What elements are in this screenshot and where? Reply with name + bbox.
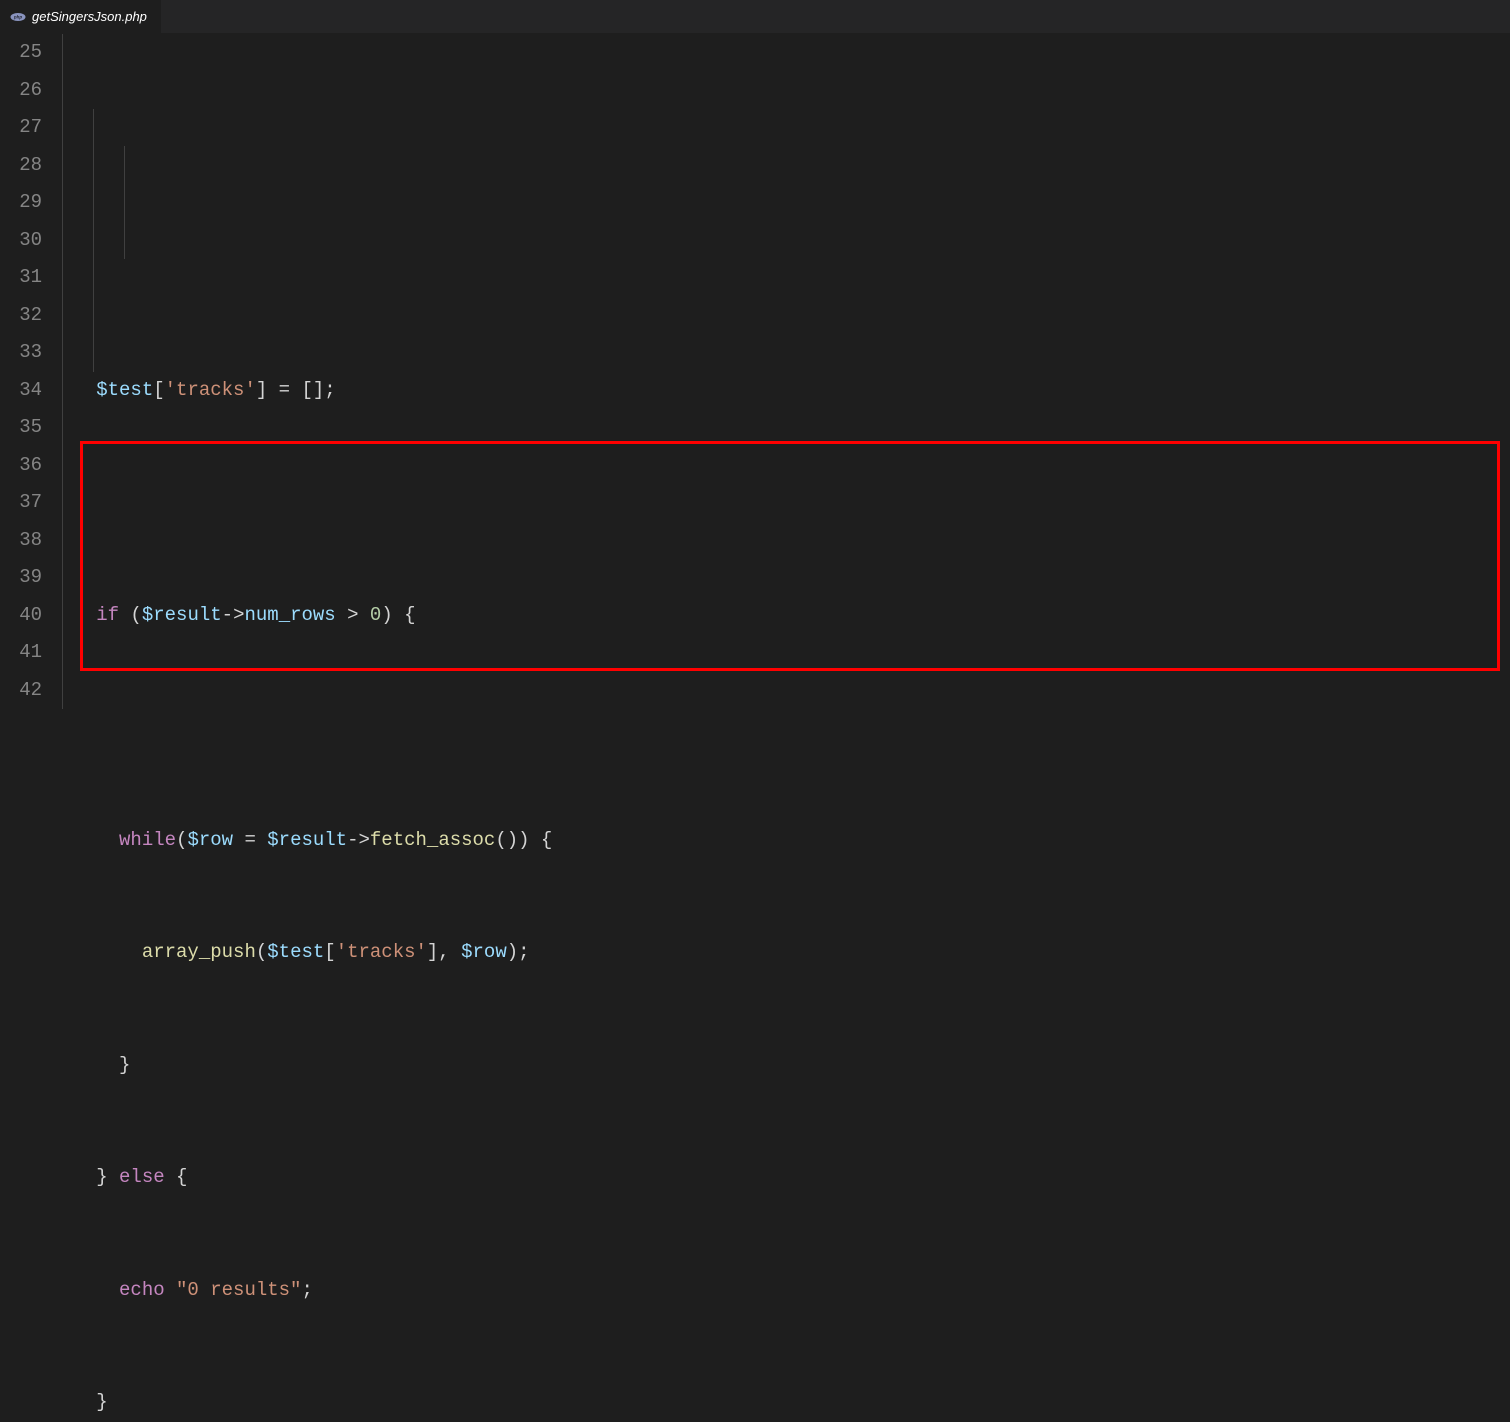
tab-bar: php getSingersJson.php [0,0,1510,34]
code-line: while($row = $result->fetch_assoc()) { [62,822,1510,860]
code-line: if ($result->num_rows > 0) { [62,597,1510,635]
line-number: 30 [0,222,42,260]
code-line: } [62,1384,1510,1422]
tab-filename: getSingersJson.php [32,9,147,24]
line-number: 33 [0,334,42,372]
line-number: 38 [0,522,42,560]
indent-guide [124,146,125,259]
line-number: 28 [0,147,42,185]
line-number: 37 [0,484,42,522]
line-number: 39 [0,559,42,597]
php-icon: php [10,9,26,25]
code-editor[interactable]: 25 26 27 28 29 30 31 32 33 34 35 36 37 3… [0,34,1510,711]
line-number: 25 [0,34,42,72]
code-content[interactable]: $test['tracks'] = []; if ($result->num_r… [62,34,1510,711]
svg-text:php: php [13,14,22,19]
code-line: echo "0 results"; [62,1272,1510,1310]
code-line [62,484,1510,522]
indent-guide [93,109,94,372]
line-number: 32 [0,297,42,335]
tab-getsingersjson[interactable]: php getSingersJson.php [0,0,161,33]
code-line [62,709,1510,747]
code-line: } [62,1047,1510,1085]
highlight-rectangle [80,441,1500,671]
line-number: 40 [0,597,42,635]
indent-guide [62,34,63,709]
line-number: 35 [0,409,42,447]
line-number: 34 [0,372,42,410]
line-number-gutter: 25 26 27 28 29 30 31 32 33 34 35 36 37 3… [0,34,62,711]
code-line: $test['tracks'] = []; [62,372,1510,410]
line-number: 42 [0,672,42,710]
line-number: 41 [0,634,42,672]
code-line: array_push($test['tracks'], $row); [62,934,1510,972]
code-line: } else { [62,1159,1510,1197]
line-number: 31 [0,259,42,297]
line-number: 26 [0,72,42,110]
line-number: 29 [0,184,42,222]
line-number: 36 [0,447,42,485]
line-number: 27 [0,109,42,147]
